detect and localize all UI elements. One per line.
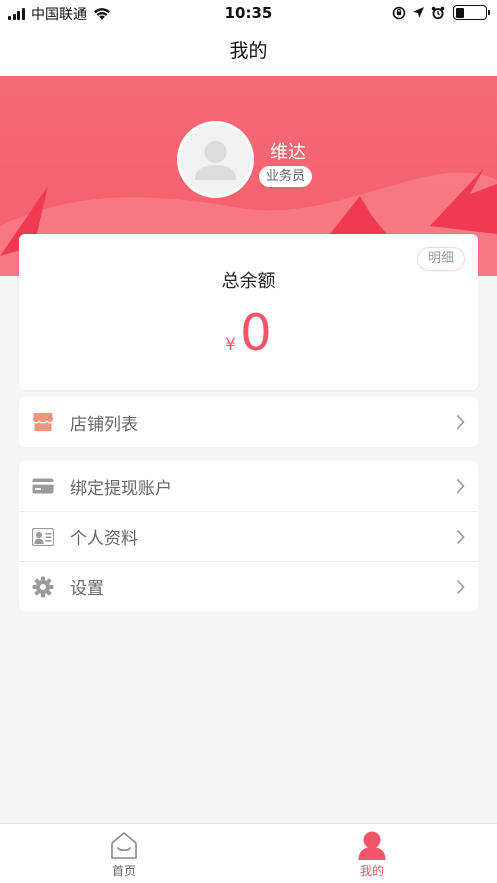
person-icon <box>358 831 386 860</box>
balance-value: 0 <box>240 304 272 362</box>
tab-bar: 首页 我的 <box>0 823 497 883</box>
currency-symbol: ¥ <box>225 335 236 355</box>
home-icon <box>111 832 137 859</box>
menu-item-label: 个人资料 <box>70 529 138 549</box>
menu-item-personal-info[interactable]: 个人资料 <box>19 511 478 561</box>
rotation-lock-icon <box>392 6 406 19</box>
store-menu: 店铺列表 <box>19 397 478 447</box>
menu-item-label: 设置 <box>70 579 104 599</box>
menu-item-label: 绑定提现账户 <box>70 478 172 499</box>
gear-icon <box>32 576 54 598</box>
default-avatar-icon <box>195 141 236 180</box>
account-menu: 绑定提现账户 个人资料 设置 <box>19 461 478 611</box>
balance-amount: ¥0 <box>19 304 478 362</box>
chevron-right-icon <box>456 478 465 494</box>
tab-label: 首页 <box>111 864 136 878</box>
battery-icon <box>453 5 490 20</box>
balance-card: 明细 总余额 ¥0 <box>19 234 478 390</box>
balance-title: 总余额 <box>221 271 276 292</box>
chevron-right-icon <box>456 579 465 595</box>
menu-item-bind-withdraw-account[interactable]: 绑定提现账户 <box>19 461 478 511</box>
page-title: 我的 <box>0 26 497 76</box>
tab-home[interactable]: 首页 <box>64 824 184 883</box>
user-name: 维达 <box>270 142 306 163</box>
chevron-right-icon <box>456 529 465 545</box>
status-bar: 中国联通 10:35 <box>0 0 497 26</box>
alarm-icon <box>431 6 445 19</box>
menu-item-label: 店铺列表 <box>70 414 138 435</box>
tab-mine[interactable]: 我的 <box>312 824 432 883</box>
tab-label: 我的 <box>359 864 384 878</box>
menu-item-store-list[interactable]: 店铺列表 <box>19 397 478 447</box>
id-card-icon <box>32 526 54 548</box>
menu-item-settings[interactable]: 设置 <box>19 561 478 611</box>
avatar[interactable] <box>177 121 254 198</box>
chevron-right-icon <box>456 414 465 430</box>
card-icon <box>32 475 54 497</box>
location-icon <box>413 7 424 18</box>
role-badge: 业务员 <box>259 166 313 187</box>
store-icon <box>32 411 54 433</box>
